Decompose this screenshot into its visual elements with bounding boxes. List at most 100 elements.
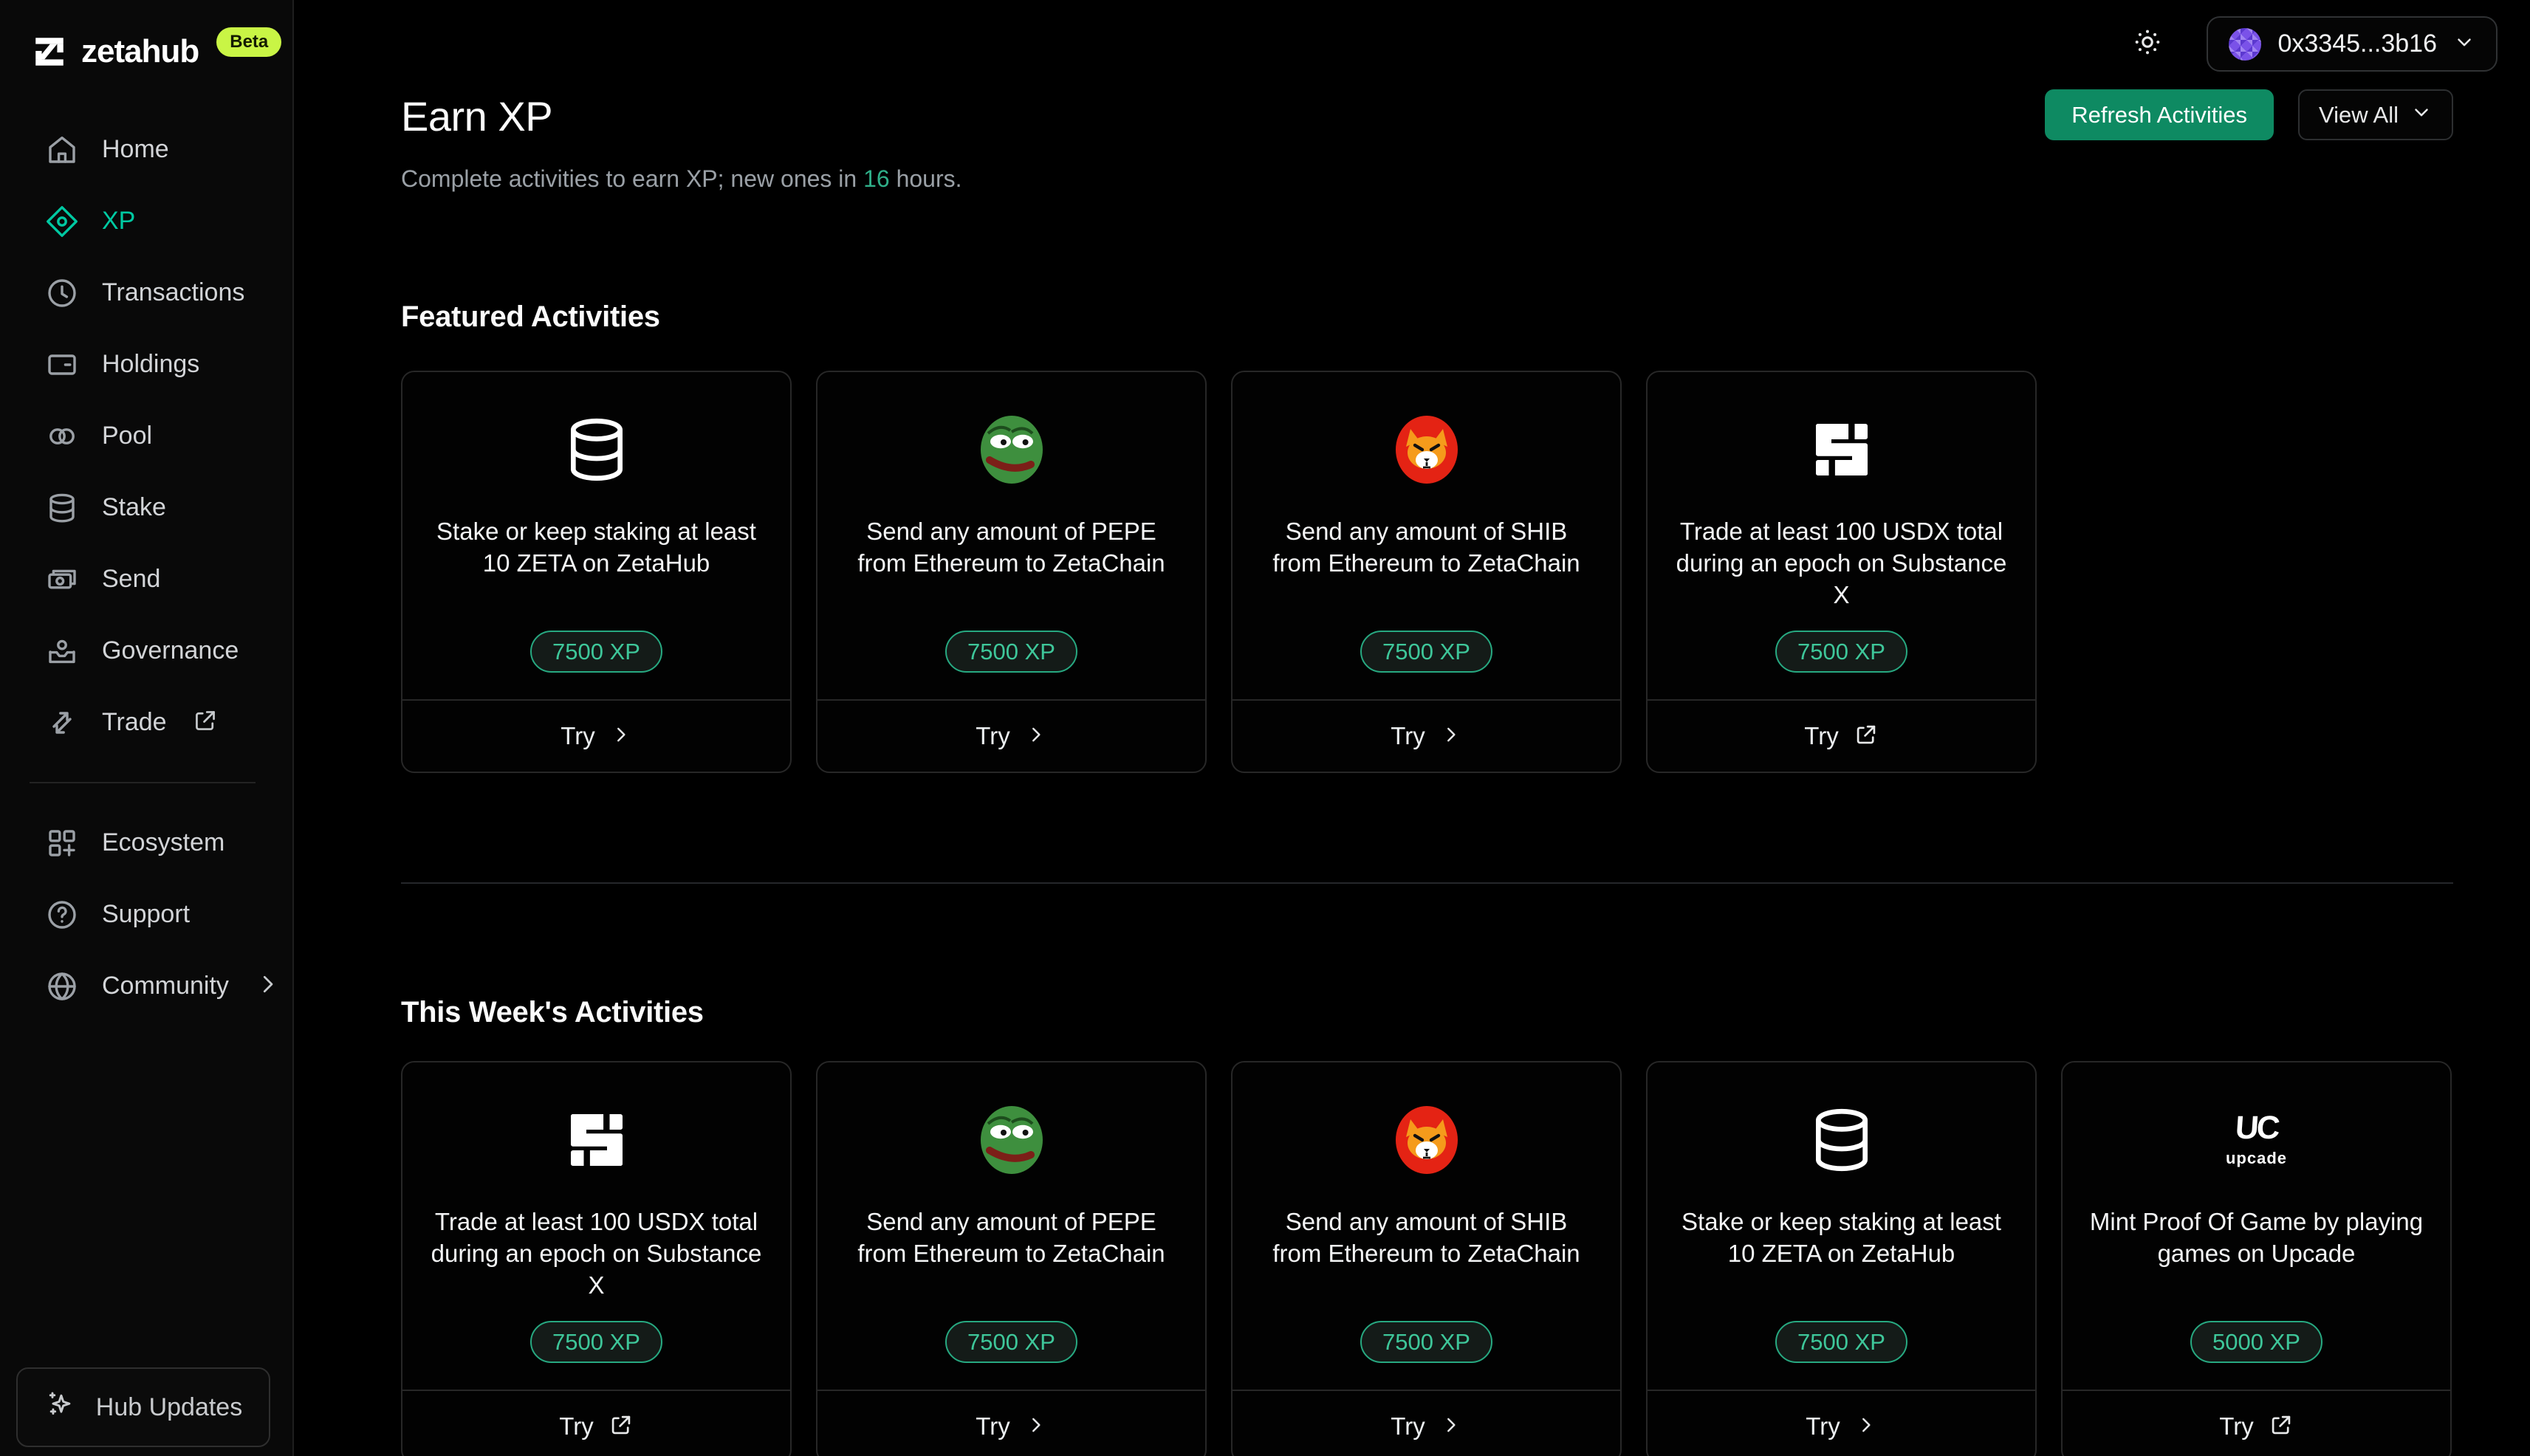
sidebar-item-label: Transactions [102, 278, 245, 306]
try-label: Try [2219, 1412, 2254, 1440]
beta-badge: Beta [216, 27, 282, 57]
wallet-avatar [2229, 27, 2262, 61]
activity-card: Trade at least 100 USDX total during an … [401, 1061, 792, 1456]
globe-icon [44, 969, 80, 1004]
app-root: zetahub Beta Home XP Transactions Holdin… [0, 0, 2530, 1456]
try-button[interactable]: Try [1648, 1390, 2035, 1456]
try-button[interactable]: Try [2063, 1390, 2450, 1456]
week-activities-heading: This Week's Activities [401, 996, 704, 1029]
chevron-down-icon [2453, 31, 2475, 57]
chevron-right-icon [1440, 1414, 1462, 1440]
activity-title: Send any amount of SHIB from Ethereum to… [1272, 518, 1580, 577]
wallet-card-icon [44, 347, 80, 382]
sidebar-item-label: Ecosystem [102, 828, 225, 856]
sidebar-item-xp[interactable]: XP [0, 185, 292, 257]
substance-x-icon [1811, 412, 1873, 487]
activity-card: Send any amount of PEPE from Ethereum to… [816, 1061, 1207, 1456]
try-label: Try [1804, 722, 1839, 749]
try-label: Try [976, 1412, 1010, 1440]
external-link-icon [192, 707, 219, 738]
activity-title: Trade at least 100 USDX total during an … [1676, 518, 2007, 608]
view-all-button[interactable]: View All [2298, 89, 2453, 140]
chevron-right-icon [254, 971, 281, 1001]
activity-title: Stake or keep staking at least 10 ZETA o… [1681, 1208, 2001, 1267]
xp-badge: 7500 XP [945, 631, 1077, 673]
upcade-icon: UC upcade [2225, 1110, 2288, 1167]
sidebar-item-holdings[interactable]: Holdings [0, 329, 292, 400]
refresh-activities-button[interactable]: Refresh Activities [2045, 89, 2274, 140]
sidebar-item-support[interactable]: Support [0, 879, 292, 950]
sidebar-item-label: Pool [102, 422, 153, 450]
main-content: 0x3345...3b16 Earn XP Complete activitie… [294, 0, 2530, 1456]
sidebar-item-transactions[interactable]: Transactions [0, 257, 292, 329]
activity-title: Stake or keep staking at least 10 ZETA o… [436, 518, 756, 577]
activity-card: Stake or keep staking at least 10 ZETA o… [401, 371, 792, 773]
xp-badge: 7500 XP [1360, 1321, 1492, 1363]
activity-title: Send any amount of PEPE from Ethereum to… [857, 518, 1165, 577]
substance-x-icon [566, 1102, 628, 1178]
subtitle-text: Complete activities to earn XP; new ones… [401, 165, 864, 192]
featured-cards-row: Stake or keep staking at least 10 ZETA o… [401, 371, 2453, 773]
swap-arrows-icon [44, 705, 80, 741]
section-divider [401, 882, 2453, 884]
sidebar-item-pool[interactable]: Pool [0, 400, 292, 472]
chevron-right-icon [1025, 724, 1047, 749]
try-label: Try [976, 722, 1010, 749]
sidebar-item-label: Trade [102, 708, 167, 736]
try-button[interactable]: Try [1233, 1390, 1620, 1456]
theme-toggle-button[interactable] [2127, 24, 2168, 65]
activity-card: UC upcade Mint Proof Of Game by playing … [2061, 1061, 2452, 1456]
try-label: Try [1391, 722, 1425, 749]
activity-card: Trade at least 100 USDX total during an … [1646, 371, 2037, 773]
page-header: Earn XP Complete activities to earn XP; … [401, 89, 2453, 193]
database-icon [44, 490, 80, 526]
activity-card: Send any amount of SHIB from Ethereum to… [1231, 1061, 1622, 1456]
wallet-button[interactable]: 0x3345...3b16 [2207, 16, 2498, 72]
try-button[interactable]: Try [1233, 699, 1620, 772]
page-title: Earn XP [401, 93, 553, 140]
sparkles-icon [44, 1388, 77, 1427]
sidebar-divider [30, 782, 256, 783]
pepe-icon [976, 1102, 1047, 1178]
hub-updates-button[interactable]: Hub Updates [16, 1367, 270, 1447]
xp-badge: 7500 XP [1775, 1321, 1907, 1363]
clock-icon [44, 275, 80, 311]
subtitle-hours: 16 [863, 165, 890, 192]
sidebar-item-label: Support [102, 900, 191, 928]
cash-icon [44, 562, 80, 597]
sidebar-item-governance[interactable]: Governance [0, 615, 292, 687]
page-subtitle: Complete activities to earn XP; new ones… [401, 165, 962, 193]
try-button[interactable]: Try [817, 1390, 1205, 1456]
pool-circles-icon [44, 419, 80, 454]
try-button[interactable]: Try [1648, 699, 2035, 772]
sidebar-secondary-nav: Ecosystem Support Community [0, 807, 292, 1022]
external-link-icon [608, 1412, 634, 1441]
sidebar-item-community[interactable]: Community [0, 950, 292, 1022]
question-circle-icon [44, 897, 80, 933]
topbar: 0x3345...3b16 [401, 0, 2498, 72]
sidebar-item-stake[interactable]: Stake [0, 472, 292, 543]
sidebar-item-send[interactable]: Send [0, 543, 292, 615]
try-button[interactable]: Try [817, 699, 1205, 772]
xp-badge: 7500 XP [530, 1321, 662, 1363]
pepe-icon [976, 412, 1047, 487]
brand[interactable]: zetahub Beta [0, 22, 292, 81]
sidebar-item-label: Send [102, 565, 161, 593]
subtitle-text: hours. [889, 165, 962, 192]
try-label: Try [1806, 1412, 1840, 1440]
chevron-right-icon [610, 724, 632, 749]
xp-badge: 7500 XP [1775, 631, 1907, 673]
try-button[interactable]: Try [402, 699, 790, 772]
home-icon [44, 132, 80, 168]
activity-title: Mint Proof Of Game by playing games on U… [2089, 1208, 2424, 1267]
sidebar-item-label: Home [102, 135, 169, 163]
database-icon [560, 412, 634, 487]
sidebar-item-trade[interactable]: Trade [0, 687, 292, 758]
sun-icon [2131, 26, 2164, 62]
xp-badge: 7500 XP [1360, 631, 1492, 673]
try-button[interactable]: Try [402, 1390, 790, 1456]
activity-title: Send any amount of PEPE from Ethereum to… [857, 1208, 1165, 1267]
sidebar-item-ecosystem[interactable]: Ecosystem [0, 807, 292, 879]
sidebar-item-home[interactable]: Home [0, 114, 292, 185]
grid-plus-icon [44, 825, 80, 861]
